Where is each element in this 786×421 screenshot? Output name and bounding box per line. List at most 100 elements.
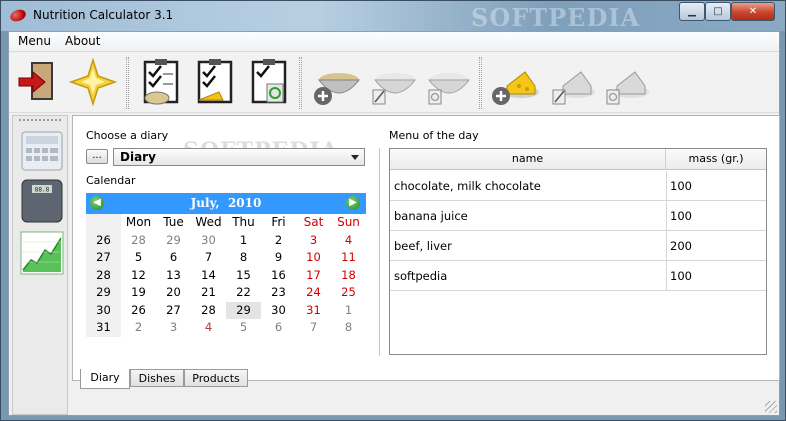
calendar-day[interactable]: 2 <box>121 319 156 337</box>
calendar-day[interactable]: 21 <box>191 284 226 302</box>
calendar-year[interactable]: 2010 <box>228 196 261 210</box>
bathroom-scale-icon: 88.8 <box>21 179 63 223</box>
sidebar-grip[interactable] <box>19 119 61 121</box>
calendar-week-row: 30 26 27 28 29 30 31 1 <box>86 301 366 320</box>
table-row[interactable]: beef, liver 200 <box>390 231 766 261</box>
calendar-day[interactable]: 7 <box>191 249 226 267</box>
cell-name: beef, liver <box>394 239 452 253</box>
scale-button[interactable]: 88.8 <box>19 178 65 224</box>
calendar-day[interactable]: 13 <box>156 267 191 285</box>
calendar-day[interactable]: 4 <box>191 319 226 337</box>
maximize-button[interactable]: □ <box>705 2 731 21</box>
delete-diary-entry-button[interactable] <box>243 56 295 108</box>
calendar-day[interactable]: 16 <box>261 267 296 285</box>
cheese-edit-icon <box>552 71 595 105</box>
chevron-down-icon <box>351 155 359 160</box>
calendar-day[interactable]: 12 <box>121 267 156 285</box>
calendar-day[interactable]: 5 <box>226 319 261 337</box>
diary-select[interactable]: Diary <box>113 148 365 166</box>
edit-diary-entry-button[interactable] <box>189 56 241 108</box>
calendar-day[interactable]: 14 <box>191 267 226 285</box>
next-month-button[interactable]: ▶ <box>346 196 360 210</box>
clipboard-dish-icon <box>143 59 179 105</box>
tab-products[interactable]: Products <box>184 369 248 387</box>
calendar-day[interactable]: 6 <box>156 249 191 267</box>
close-button[interactable]: ✕ <box>731 2 775 21</box>
tab-diary[interactable]: Diary <box>80 369 130 389</box>
calendar-day[interactable]: 20 <box>156 284 191 302</box>
calendar-day[interactable]: 31 <box>296 302 331 320</box>
calendar-day[interactable]: 8 <box>331 319 366 337</box>
weekday-header: Mon <box>125 215 152 229</box>
week-number: 27 <box>86 249 121 267</box>
calendar-day[interactable]: 1 <box>226 232 261 250</box>
calendar-day[interactable]: 15 <box>226 267 261 285</box>
column-header-name[interactable]: name <box>390 149 666 170</box>
calendar-day[interactable]: 24 <box>296 284 331 302</box>
calendar-day-selected[interactable]: 29 <box>226 301 261 319</box>
cell-name: chocolate, milk chocolate <box>394 179 541 193</box>
tab-dishes[interactable]: Dishes <box>130 369 184 387</box>
calendar-day[interactable]: 30 <box>261 302 296 320</box>
panel-divider[interactable] <box>379 148 380 356</box>
calendar-day[interactable]: 2 <box>261 232 296 250</box>
weekday-header: Thu <box>232 215 255 229</box>
calendar-day[interactable]: 19 <box>121 284 156 302</box>
add-dish-button[interactable] <box>311 56 363 108</box>
calendar-day[interactable]: 28 <box>191 302 226 320</box>
table-header: name mass (gr.) <box>390 149 766 170</box>
calendar-day[interactable]: 17 <box>296 267 331 285</box>
table-row[interactable]: chocolate, milk chocolate 100 <box>390 171 766 201</box>
week-number-header <box>86 214 121 232</box>
exit-door-icon <box>18 62 53 100</box>
calendar-day[interactable]: 10 <box>296 249 331 267</box>
title-bar[interactable]: Nutrition Calculator 3.1 SOFTPEDIA ▁ □ ✕ <box>1 1 785 32</box>
calendar-day[interactable]: 3 <box>296 232 331 250</box>
window-title: Nutrition Calculator 3.1 <box>33 8 174 22</box>
calculator-icon <box>21 131 63 171</box>
menu-menu[interactable]: Menu <box>14 34 55 48</box>
menu-about[interactable]: About <box>61 34 104 48</box>
calendar-day[interactable]: 3 <box>156 319 191 337</box>
edit-product-button[interactable] <box>545 56 597 108</box>
calendar-day[interactable]: 25 <box>331 284 366 302</box>
favorite-button[interactable] <box>67 56 119 108</box>
table-row[interactable]: softpedia 100 <box>390 261 766 291</box>
calendar-day[interactable]: 5 <box>121 249 156 267</box>
calendar-day[interactable]: 26 <box>121 302 156 320</box>
table-row[interactable]: banana juice 100 <box>390 201 766 231</box>
add-diary-entry-button[interactable] <box>135 56 187 108</box>
edit-dish-button[interactable] <box>367 56 419 108</box>
cheese-delete-icon <box>606 71 649 105</box>
browse-diary-button[interactable]: ... <box>86 149 108 164</box>
delete-dish-button[interactable] <box>421 56 473 108</box>
calendar-day[interactable]: 22 <box>226 284 261 302</box>
calendar-day[interactable]: 6 <box>261 319 296 337</box>
calendar-day[interactable]: 29 <box>156 232 191 250</box>
delete-product-button[interactable] <box>599 56 651 108</box>
chart-button[interactable] <box>19 230 65 276</box>
calculator-button[interactable] <box>19 128 65 174</box>
calendar-day[interactable]: 28 <box>121 232 156 250</box>
calendar-label: Calendar <box>86 174 136 187</box>
calendar-day[interactable]: 18 <box>331 267 366 285</box>
resize-grip[interactable] <box>765 401 777 413</box>
column-header-mass[interactable]: mass (gr.) <box>666 149 766 170</box>
calendar-month-year[interactable]: July, 2010 <box>86 196 366 210</box>
calendar-day[interactable]: 27 <box>156 302 191 320</box>
calendar-day[interactable]: 8 <box>226 249 261 267</box>
calendar-day[interactable]: 11 <box>331 249 366 267</box>
calendar-month[interactable]: July, <box>191 196 220 210</box>
calendar-day[interactable]: 7 <box>296 319 331 337</box>
toolbar-separator <box>299 57 302 109</box>
calendar-day[interactable]: 1 <box>331 302 366 320</box>
add-product-button[interactable] <box>489 56 541 108</box>
bowl-delete-icon <box>427 73 471 105</box>
calendar-day[interactable]: 30 <box>191 232 226 250</box>
calendar-day[interactable]: 9 <box>261 249 296 267</box>
calendar-day[interactable]: 23 <box>261 284 296 302</box>
calendar-day[interactable]: 4 <box>331 232 366 250</box>
exit-button[interactable] <box>13 56 65 108</box>
weekday-header: Sun <box>337 215 360 229</box>
minimize-button[interactable]: ▁ <box>679 2 705 21</box>
